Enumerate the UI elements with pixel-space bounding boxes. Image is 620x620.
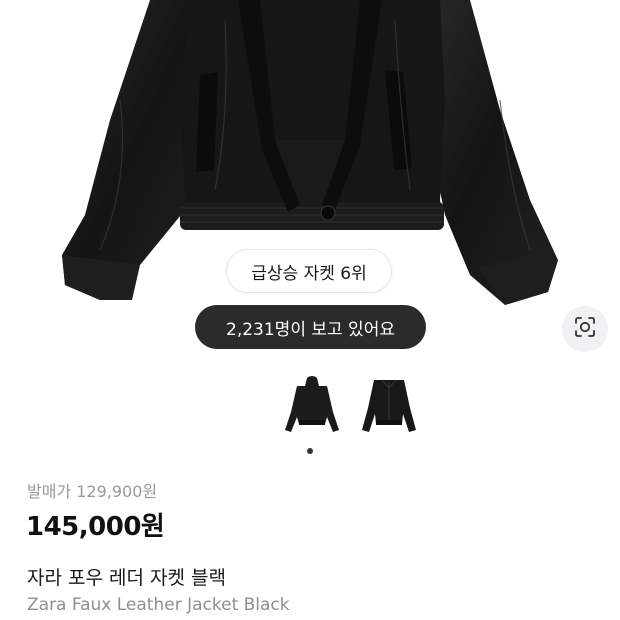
gallery-pagination-dot — [307, 448, 313, 454]
gallery-thumbnail[interactable] — [356, 372, 422, 438]
original-price: 발매가 129,900원 — [27, 482, 158, 501]
product-name-korean: 자라 포우 레더 자켓 블랙 — [27, 567, 226, 589]
jacket-front-thumbnail — [362, 379, 416, 432]
trending-rank-badge[interactable]: 급상승 자켓 6위 — [226, 249, 392, 293]
visual-search-icon — [574, 316, 596, 342]
gallery-thumbnail[interactable] — [279, 372, 345, 438]
viewers-count-label: 2,231명이 보고 있어요 — [226, 319, 395, 340]
product-name-english: Zara Faux Leather Jacket Black — [27, 595, 290, 615]
visual-search-button[interactable] — [562, 306, 608, 352]
trending-rank-label: 급상승 자켓 6위 — [251, 263, 367, 284]
current-price: 145,000원 — [26, 512, 165, 542]
jacket-back-thumbnail — [285, 376, 339, 432]
viewers-count-badge: 2,231명이 보고 있어요 — [195, 305, 426, 349]
